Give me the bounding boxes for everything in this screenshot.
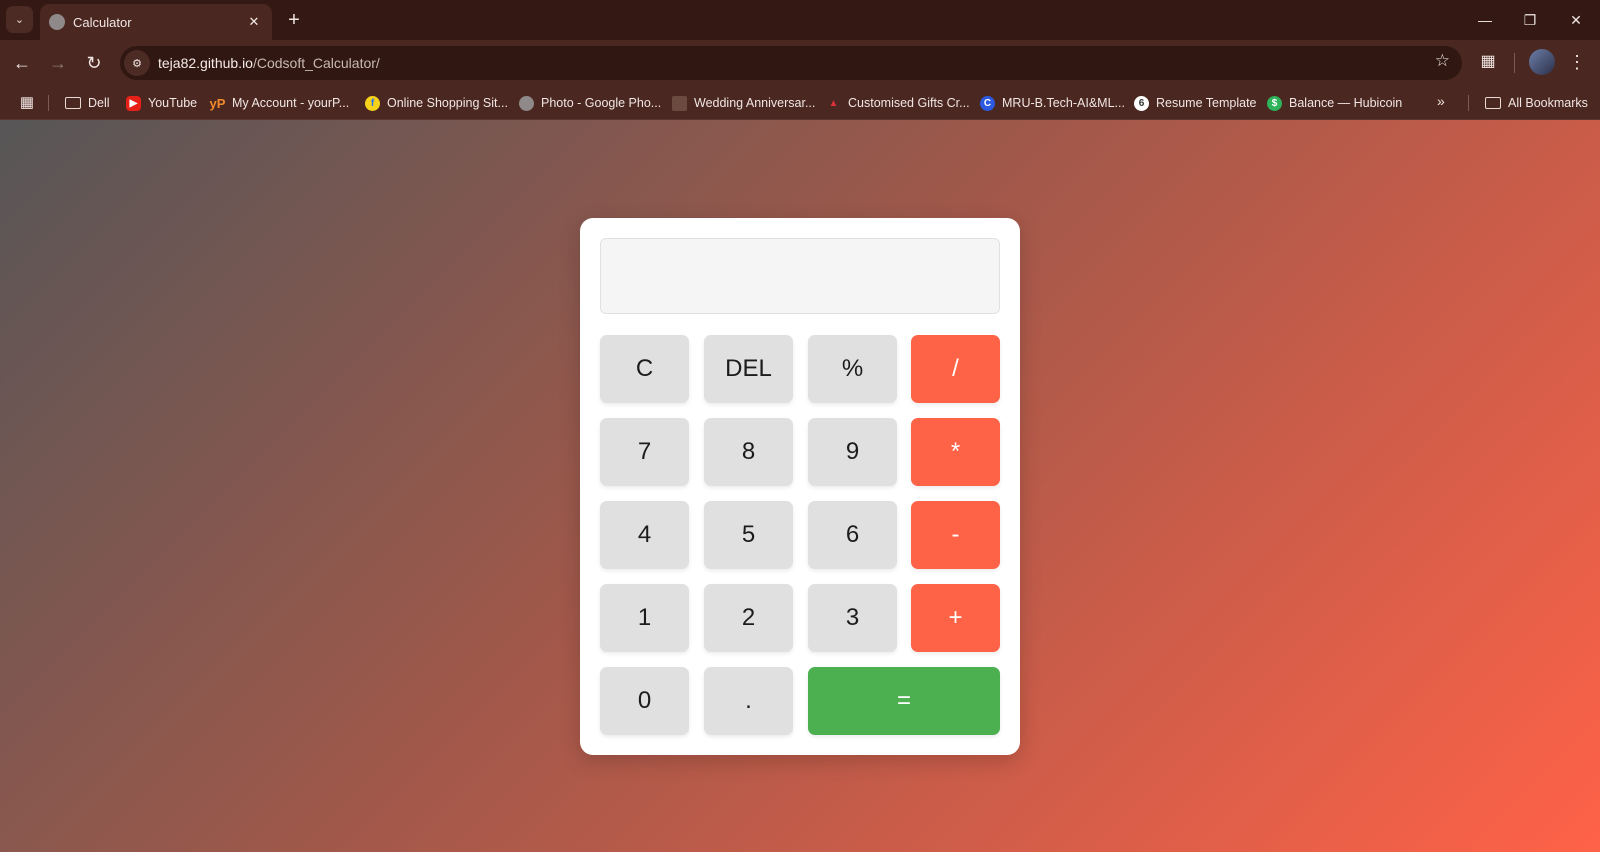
new-tab-icon[interactable]: +: [282, 8, 306, 32]
menu-icon[interactable]: ⋮: [1565, 50, 1589, 74]
gift-icon: ▲: [828, 97, 839, 109]
calculator-display[interactable]: [600, 238, 1000, 314]
browser-toolbar: ← → ↻ ⚙ teja82.github.io/Codsoft_Calcula…: [0, 40, 1600, 86]
clear-button[interactable]: C: [600, 335, 689, 403]
tab-strip: ⌄ Calculator ✕ + — ❐ ✕: [0, 0, 1600, 40]
digit-8-button[interactable]: 8: [704, 418, 793, 486]
youtube-icon: ▶: [126, 95, 141, 111]
bookmark-online-shopping[interactable]: f Online Shopping Sit...: [365, 93, 508, 113]
restore-icon[interactable]: ❐: [1515, 7, 1545, 33]
reload-icon[interactable]: ↻: [80, 49, 108, 77]
hubicoin-icon: $: [1267, 95, 1282, 111]
bookmarks-bar: ▦ Dell ▶ YouTube yP My Account - yourP... …: [0, 86, 1600, 120]
globe-icon: [519, 95, 534, 111]
digit-0-button[interactable]: 0: [600, 667, 689, 735]
page-background: C DEL % / 7 8 9 * 4 5 6 - 1 2 3 + 0 . =: [0, 120, 1600, 852]
url-path: /Codsoft_Calculator/: [252, 55, 380, 71]
bookmarks-divider: [1468, 95, 1469, 111]
digit-7-button[interactable]: 7: [600, 418, 689, 486]
tab-calculator[interactable]: Calculator ✕: [40, 4, 272, 40]
globe-icon: [49, 14, 65, 30]
more-bookmarks-icon[interactable]: »: [1437, 93, 1445, 109]
folder-icon: [65, 97, 81, 109]
digit-3-button[interactable]: 3: [808, 584, 897, 652]
c-icon: C: [980, 95, 995, 111]
yourpage-icon: yP: [209, 95, 226, 111]
bookmarks-divider: [48, 95, 49, 111]
digit-6-button[interactable]: 6: [808, 501, 897, 569]
divide-button[interactable]: /: [911, 335, 1000, 403]
digit-4-button[interactable]: 4: [600, 501, 689, 569]
close-window-icon[interactable]: ✕: [1561, 7, 1591, 33]
bookmark-youtube[interactable]: ▶ YouTube: [126, 93, 197, 113]
url-host: teja82.github.io: [158, 55, 253, 71]
bookmark-mru-btech[interactable]: C MRU-B.Tech-AI&ML...: [980, 93, 1125, 113]
bookmark-my-account[interactable]: yP My Account - yourP...: [209, 93, 350, 113]
bookmark-star-icon[interactable]: ☆: [1435, 51, 1450, 71]
equals-button[interactable]: =: [808, 667, 1000, 735]
apps-grid-icon[interactable]: ▦: [17, 93, 37, 113]
folder-icon: [1485, 97, 1501, 109]
bookmark-customised-gifts[interactable]: ▲ Customised Gifts Cr...: [826, 93, 970, 113]
digit-5-button[interactable]: 5: [704, 501, 793, 569]
back-icon[interactable]: ←: [8, 49, 36, 77]
tab-title: Calculator: [73, 14, 132, 30]
resume-icon: 6: [1134, 95, 1149, 111]
minimize-icon[interactable]: —: [1470, 7, 1500, 33]
forward-icon[interactable]: →: [44, 49, 72, 77]
bookmark-wedding-anniversary[interactable]: Wedding Anniversar...: [672, 93, 815, 113]
digit-9-button[interactable]: 9: [808, 418, 897, 486]
bookmark-google-photos[interactable]: Photo - Google Pho...: [519, 93, 661, 113]
bookmark-dell[interactable]: Dell: [65, 93, 110, 113]
wedding-icon: [672, 95, 687, 111]
tab-search-icon[interactable]: ⌄: [6, 6, 33, 33]
site-info-icon[interactable]: ⚙: [124, 50, 150, 76]
percent-button[interactable]: %: [808, 335, 897, 403]
digit-1-button[interactable]: 1: [600, 584, 689, 652]
toolbar-divider: [1514, 53, 1515, 73]
delete-button[interactable]: DEL: [704, 335, 793, 403]
bookmark-hubicoin[interactable]: $ Balance — Hubicoin: [1267, 93, 1402, 113]
decimal-button[interactable]: .: [704, 667, 793, 735]
multiply-button[interactable]: *: [911, 418, 1000, 486]
address-bar[interactable]: ⚙ teja82.github.io/Codsoft_Calculator/ ☆: [120, 46, 1462, 80]
digit-2-button[interactable]: 2: [704, 584, 793, 652]
subtract-button[interactable]: -: [911, 501, 1000, 569]
add-button[interactable]: +: [911, 584, 1000, 652]
all-bookmarks[interactable]: All Bookmarks: [1485, 93, 1588, 113]
calculator: C DEL % / 7 8 9 * 4 5 6 - 1 2 3 + 0 . =: [580, 218, 1020, 755]
extensions-icon[interactable]: ▦: [1476, 50, 1500, 74]
close-tab-icon[interactable]: ✕: [244, 12, 264, 32]
bookmark-resume-template[interactable]: 6 Resume Template: [1134, 93, 1257, 113]
flipkart-icon: f: [365, 95, 380, 111]
profile-avatar[interactable]: [1529, 49, 1555, 75]
